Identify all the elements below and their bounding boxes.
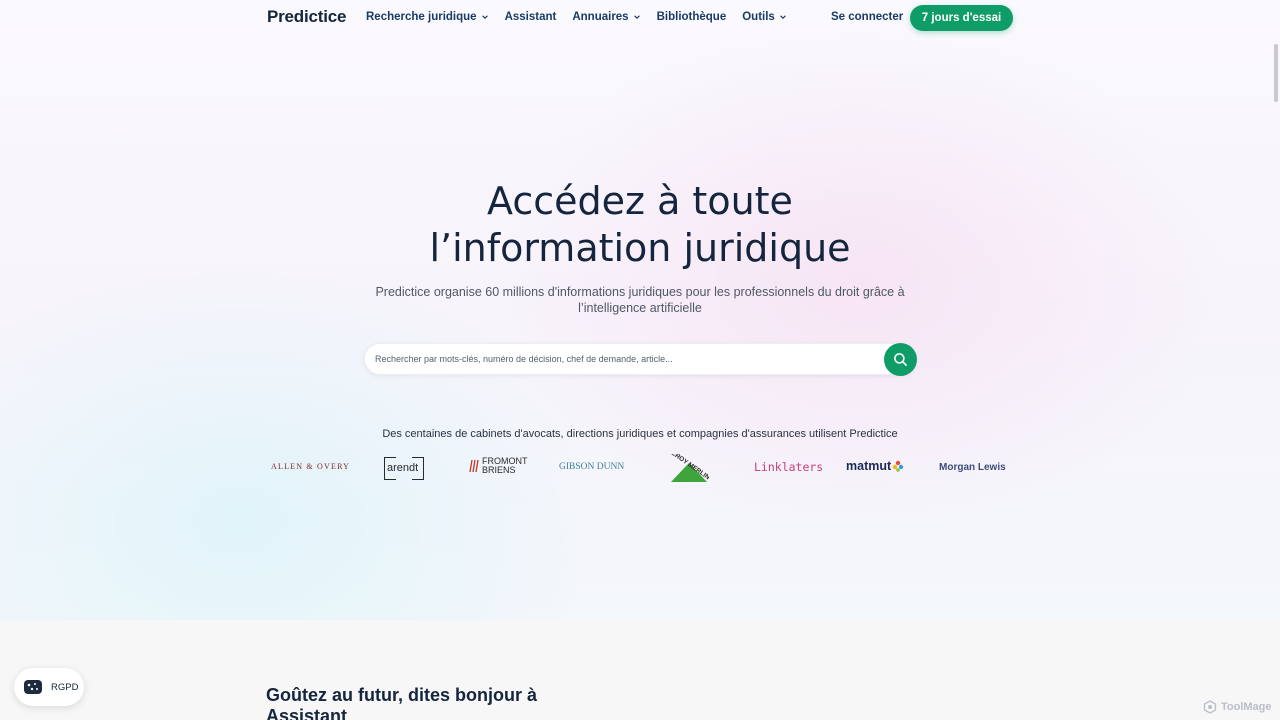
cookie-consent-button[interactable]: RGPD — [14, 668, 84, 706]
nav-item-label: Assistant — [504, 11, 557, 23]
client-logo-gibson-dunn: GIBSON DUNN — [559, 462, 624, 472]
hero-subtitle-line2: l’intelligence artificielle — [578, 301, 702, 315]
chevron-down-icon — [780, 15, 786, 20]
client-logo-arendt: arendt — [384, 457, 424, 480]
login-link[interactable]: Se connecter — [831, 11, 903, 23]
matmut-star-icon — [892, 460, 904, 472]
client-logo-text: matmut — [846, 459, 892, 473]
client-logo-morgan-lewis: Morgan Lewis — [939, 462, 1006, 473]
fromont-mark-icon — [469, 459, 479, 473]
search-button[interactable] — [884, 343, 917, 376]
client-logo-text: ALLEN & OVERY — [271, 462, 351, 471]
hero-subtitle-line1: Predictice organise 60 millions d'inform… — [375, 285, 905, 299]
fromont-wordmark: FROMONT BRIENS — [482, 457, 528, 475]
chevron-down-icon — [633, 15, 640, 20]
nav-item-label: Annuaires — [572, 11, 629, 23]
nav-item-label: Recherche juridique — [366, 11, 477, 23]
assistant-teaser-heading: Goûtez au futur, dites bonjour à Assista… — [266, 685, 586, 720]
client-logo-leroy-merlin: LEROY MERLIN — [669, 454, 709, 484]
clients-headline: Des centaines de cabinets d'avocats, dir… — [382, 428, 898, 440]
nav-item-recherche-juridique[interactable]: Recherche juridique — [366, 11, 489, 23]
hero-subtitle: Predictice organise 60 millions d'inform… — [370, 284, 910, 316]
client-logo-text: GIBSON DUNN — [559, 462, 625, 472]
watermark: ToolMage — [1203, 700, 1272, 714]
nav-links: Recherche juridique Assistant Annuaires … — [366, 11, 787, 23]
nav-item-annuaires[interactable]: Annuaires — [572, 11, 640, 23]
trial-button[interactable]: 7 jours d'essai — [910, 5, 1013, 31]
teaser-line1: Goûtez au futur, dites bonjour à — [266, 685, 538, 705]
hero-title: Accédez à toute l’information juridique — [340, 178, 940, 272]
arendt-mark: arendt — [384, 457, 424, 480]
client-logo-text: Linklaters — [754, 460, 824, 474]
hero-title-line1: Accédez à toute — [487, 179, 793, 223]
brand-logo[interactable]: Predictice — [267, 7, 346, 27]
nav-item-outils[interactable]: Outils — [742, 11, 787, 23]
search-icon — [894, 353, 907, 366]
scrollbar-thumb[interactable] — [1274, 44, 1278, 102]
client-logo-text: Morgan Lewis — [939, 462, 1006, 473]
hero-title-line2: l’information juridique — [429, 226, 851, 270]
nav-item-assistant[interactable]: Assistant — [505, 11, 557, 23]
watermark-label: ToolMage — [1221, 701, 1272, 713]
nav-item-label: Outils — [742, 11, 775, 23]
lower-section — [0, 620, 1280, 720]
client-logo-text: arendt — [387, 462, 419, 474]
nav-item-label: Bibliothèque — [656, 11, 727, 23]
top-navigation: Predictice Recherche juridique Assistant… — [0, 0, 1280, 36]
cookie-consent-label: RGPD — [51, 681, 79, 693]
client-logo-allen-overy: ALLEN & OVERY — [271, 462, 350, 471]
cookie-icon — [24, 680, 42, 694]
teaser-line2: Assistant — [266, 706, 348, 720]
client-logo-linklaters: Linklaters — [754, 460, 823, 474]
search-bar — [364, 343, 917, 376]
client-logo-text: BRIENS — [482, 465, 516, 475]
client-logos: ALLEN & OVERY arendt FROMONT BRIENS GIBS… — [260, 452, 1020, 486]
nav-item-bibliotheque[interactable]: Bibliothèque — [657, 11, 727, 23]
leroy-merlin-logo-icon: LEROY MERLIN — [669, 454, 709, 482]
client-logo-fromont-briens: FROMONT BRIENS — [469, 457, 528, 475]
watermark-logo-icon — [1203, 700, 1217, 714]
search-input[interactable] — [375, 351, 875, 367]
client-logo-matmut: matmut — [846, 459, 904, 473]
chevron-down-icon — [481, 15, 488, 20]
